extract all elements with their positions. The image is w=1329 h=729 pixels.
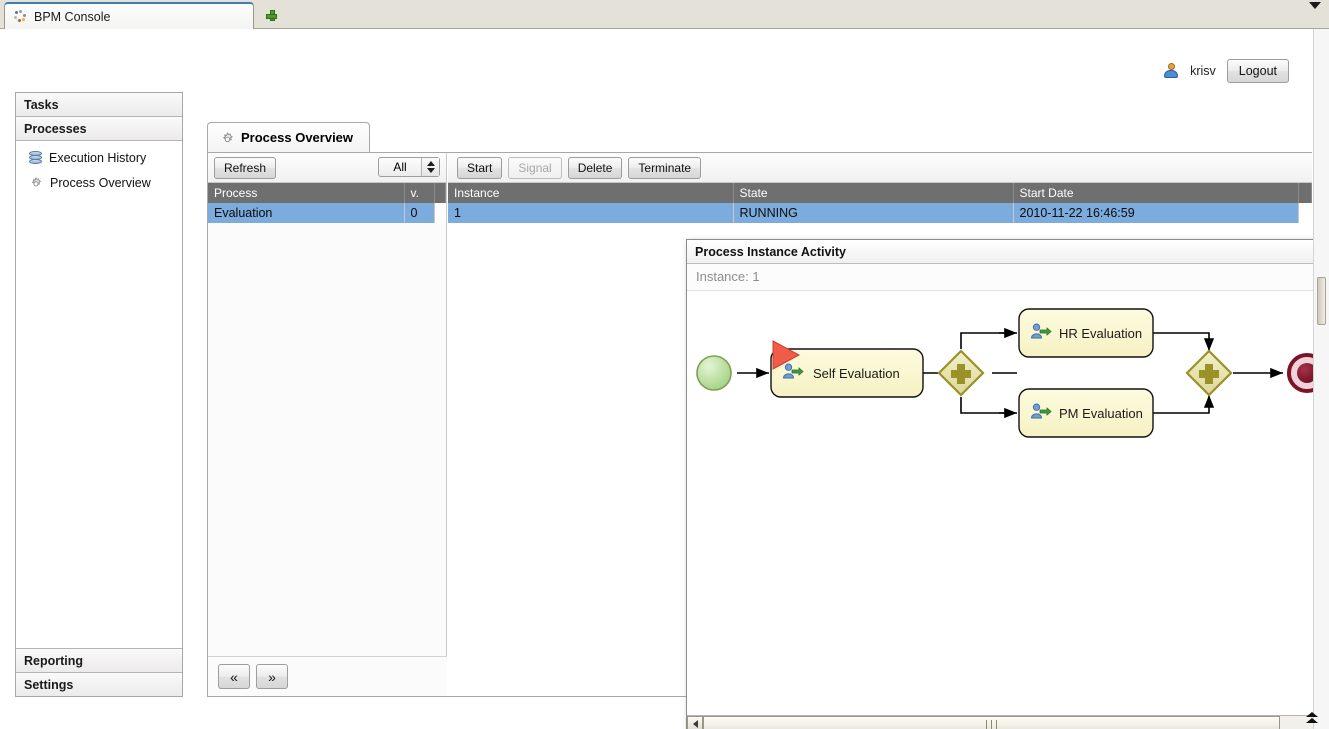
arrow-left-icon — [693, 720, 698, 728]
process-toolbar: Refresh All — [208, 153, 446, 183]
refresh-button[interactable]: Refresh — [214, 157, 276, 179]
chevron-down-icon — [1309, 2, 1321, 23]
bpmn-diagram-canvas: Self Evaluation — [687, 291, 1329, 716]
instance-toolbar: Start Signal Delete Terminate — [448, 153, 1312, 183]
bpmn-parallel-gateway-split[interactable] — [939, 351, 983, 395]
process-table: Process v. Evaluation 0 — [208, 183, 446, 223]
start-button[interactable]: Start — [457, 157, 502, 179]
tab-list-menu-button[interactable] — [1309, 9, 1323, 19]
gear-icon — [29, 176, 43, 190]
user-bar: krisv Logout — [1163, 59, 1289, 83]
sidebar-footer: Reporting Settings — [16, 648, 182, 696]
browser-tab-bar: BPM Console — [0, 0, 1329, 29]
column-header-version[interactable]: v. — [404, 183, 434, 203]
instance-panel: Start Signal Delete Terminate Instance S… — [448, 153, 1312, 696]
table-row[interactable]: Evaluation 0 — [208, 203, 446, 223]
tab-label: Process Overview — [241, 130, 353, 145]
bpmn-task-label: Self Evaluation — [813, 366, 900, 381]
user-avatar-icon — [1163, 63, 1179, 79]
cell-spacer — [1298, 203, 1312, 223]
jboss-favicon-icon — [14, 10, 27, 23]
cell-spacer — [434, 203, 446, 223]
sidebar-group-processes[interactable]: Processes — [16, 117, 182, 141]
column-header-spacer — [434, 183, 446, 203]
sidebar-items: Execution History Process Overview — [16, 147, 182, 193]
sidebar-group-settings[interactable]: Settings — [16, 672, 182, 696]
process-table-header: Process v. — [208, 183, 446, 203]
process-filter-select[interactable]: All — [378, 157, 440, 177]
column-header-spacer — [1298, 183, 1312, 203]
browser-tab-title: BPM Console — [34, 10, 110, 24]
sidebar-item-label: Execution History — [49, 151, 146, 165]
bpmn-task-label: HR Evaluation — [1059, 326, 1142, 341]
column-header-instance[interactable]: Instance — [448, 183, 733, 203]
username-label: krisv — [1190, 64, 1216, 78]
sidebar-item-execution-history[interactable]: Execution History — [16, 147, 182, 168]
scroll-left-button[interactable] — [687, 716, 703, 729]
column-header-process[interactable]: Process — [208, 183, 404, 203]
dialog-title-label: Process Instance Activity — [695, 245, 846, 259]
process-pager: « » — [208, 656, 447, 696]
pager-prev-button[interactable]: « — [218, 664, 250, 689]
dialog-horizontal-scrollbar[interactable] — [687, 715, 1329, 729]
instance-table-header: Instance State Start Date — [448, 183, 1312, 203]
dialog-title-bar[interactable]: Process Instance Activity — [687, 240, 1329, 264]
sidebar-item-process-overview[interactable]: Process Overview — [16, 172, 182, 193]
bpmn-task-pm-evaluation[interactable]: PM Evaluation — [1019, 389, 1153, 437]
page-body: krisv Logout Tasks Processes Execution H… — [0, 29, 1329, 729]
sidebar: Tasks Processes Execution History Proces… — [15, 92, 183, 697]
bpmn-parallel-gateway-join[interactable] — [1187, 351, 1231, 395]
dialog-subtitle: Instance: 1 — [687, 264, 1329, 291]
cell-instance-state: RUNNING — [733, 203, 1013, 223]
bpmn-task-self-evaluation[interactable]: Self Evaluation — [771, 341, 923, 397]
collapse-panel-button[interactable] — [1303, 709, 1321, 725]
tab-process-overview[interactable]: Process Overview — [207, 122, 370, 152]
sidebar-group-reporting[interactable]: Reporting — [16, 648, 182, 672]
plus-icon — [266, 10, 277, 21]
signal-button: Signal — [508, 157, 561, 179]
sidebar-item-label: Process Overview — [50, 176, 151, 190]
bpmn-diagram: Self Evaluation — [687, 291, 1329, 716]
page-scrollbar-thumb[interactable] — [1317, 277, 1326, 325]
logout-button[interactable]: Logout — [1227, 59, 1289, 83]
cell-process-version: 0 — [404, 203, 434, 223]
pager-next-button[interactable]: » — [256, 664, 288, 689]
chevrons-up-icon — [1306, 712, 1318, 717]
process-instance-activity-dialog: Process Instance Activity Instance: 1 — [686, 239, 1329, 729]
horizontal-scrollbar-thumb[interactable] — [703, 716, 1280, 729]
main-tab-strip: Process Overview — [207, 92, 1312, 124]
terminate-button[interactable]: Terminate — [628, 157, 701, 179]
sidebar-group-tasks[interactable]: Tasks — [16, 93, 182, 117]
column-header-state[interactable]: State — [733, 183, 1013, 203]
content-area: Refresh All Process v. — [207, 152, 1312, 697]
process-filter-value: All — [379, 160, 421, 174]
instance-table: Instance State Start Date 1 RUNNING 2010… — [448, 183, 1312, 223]
table-row[interactable]: 1 RUNNING 2010-11-22 16:46:59 — [448, 203, 1312, 223]
new-tab-button[interactable] — [258, 4, 284, 26]
bpmn-start-event[interactable] — [697, 356, 731, 390]
bpmn-task-hr-evaluation[interactable]: HR Evaluation — [1019, 309, 1153, 357]
cell-instance-start-date: 2010-11-22 16:46:59 — [1013, 203, 1298, 223]
browser-tab[interactable]: BPM Console — [4, 2, 254, 29]
gear-icon — [220, 131, 234, 145]
spinner-arrows-icon[interactable] — [421, 158, 439, 176]
database-icon — [29, 151, 42, 165]
column-header-start-date[interactable]: Start Date — [1013, 183, 1298, 203]
cell-process-name: Evaluation — [208, 203, 404, 223]
page-vertical-scrollbar[interactable] — [1313, 29, 1329, 729]
delete-button[interactable]: Delete — [568, 157, 623, 179]
process-list-panel: Refresh All Process v. — [208, 153, 447, 696]
bpmn-task-label: PM Evaluation — [1059, 406, 1143, 421]
cell-instance-id: 1 — [448, 203, 733, 223]
